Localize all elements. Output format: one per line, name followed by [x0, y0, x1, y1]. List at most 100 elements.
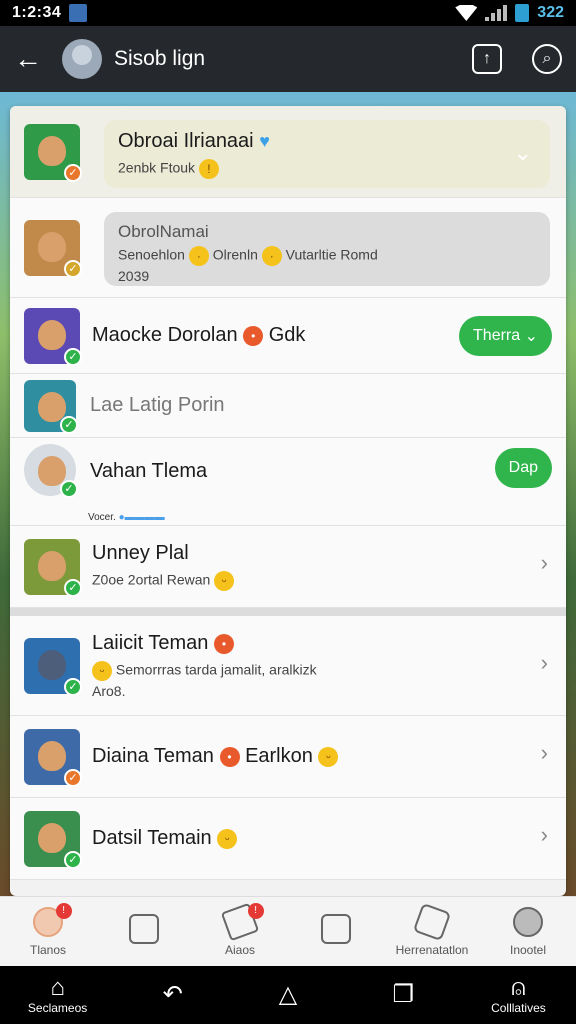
video-icon: [321, 913, 351, 944]
bottom-navigation: ! Tlanos ! Aiaos Herrenatatlon Inootel: [0, 896, 576, 966]
nav-item-profile[interactable]: Inootel: [480, 897, 576, 966]
message-bubble[interactable]: ObrolNamai Senoehlon · Olrenln · Vutarlt…: [104, 212, 550, 286]
system-label: Colllatives: [491, 1001, 546, 1015]
wifi-icon: [455, 5, 478, 21]
message-year: 2039: [118, 268, 150, 284]
contact-subtitle-2: Aro8.: [92, 683, 126, 699]
emoji-icon: ᵕ: [318, 746, 339, 767]
list-item[interactable]: ✓ ObrolNamai Senoehlon · Olrenln · Vutar…: [10, 198, 566, 298]
nav-item-gallery[interactable]: [96, 897, 192, 966]
nav-item-games[interactable]: ! Aiaos: [192, 897, 288, 966]
notification-badge: !: [247, 903, 264, 919]
list-item[interactable]: ✓ Maocke Dorolan • Gdk Therra ⌄: [10, 298, 566, 374]
check-icon: ✓: [64, 347, 82, 366]
contact-name: Laiicit Teman: [92, 632, 209, 654]
emoji-icon: ·: [261, 246, 282, 266]
contact-name: ObrolNamai: [118, 222, 209, 241]
contact-subtitle: Z0oe 2ortal Rewan: [92, 571, 211, 588]
contact-tail: Gdk: [268, 324, 306, 346]
profile-icon: [513, 906, 543, 937]
system-home-shortcut[interactable]: ⌂ Seclameos: [0, 966, 115, 1024]
emoji-icon: •: [243, 325, 264, 346]
check-icon: ✓: [64, 677, 82, 696]
chevron-right-icon[interactable]: ›: [541, 822, 548, 848]
house-icon: ⌂: [50, 974, 65, 1001]
contact-tail: Earlkon: [245, 745, 313, 767]
check-icon: ✓: [64, 163, 82, 182]
typing-text: Vocer.: [88, 512, 116, 523]
nav-item-recommendation[interactable]: Herrenatatlon: [384, 897, 480, 966]
emoji-icon: ᵕ: [214, 571, 235, 591]
app-notification-icon: [69, 4, 88, 22]
chevron-right-icon[interactable]: ›: [541, 650, 548, 676]
action-label: Dap: [508, 459, 538, 476]
chevron-right-icon[interactable]: ›: [541, 740, 548, 766]
list-item[interactable]: ✓ Laiicit Teman • ᵕ Semorrras tarda jama…: [10, 616, 566, 716]
emoji-icon: ·: [188, 246, 209, 266]
heart-icon: ♥: [259, 131, 270, 151]
avatar: ✓: [24, 637, 82, 696]
contact-name: Diaina Teman: [92, 745, 214, 767]
contact-subtitle: 2enbk Ftouk: [118, 159, 196, 176]
nav-label: Herrenatatlon: [395, 942, 469, 957]
list-item[interactable]: ✓ Vahan Tlema Dap Vocer. ●▬▬▬▬: [10, 438, 566, 526]
contact-list-panel: ✓ Obroai Ilrianaai ♥ 2enbk Ftouk ! ⌄ ✓ O…: [10, 106, 566, 896]
emoji-icon: •: [219, 746, 240, 767]
status-time: 1:2:34: [12, 4, 62, 21]
gallery-icon: [129, 913, 159, 944]
contact-name: Obroai Ilrianaai: [118, 130, 254, 152]
battery-icon: [515, 4, 530, 22]
avatar: ✓: [24, 810, 82, 869]
message-text-2: Olrenln: [212, 246, 258, 263]
contact-name: Unney Plal: [92, 542, 189, 564]
check-icon: ✓: [64, 850, 82, 869]
back-icon: ↶: [162, 981, 183, 1008]
check-icon: ✓: [64, 259, 82, 278]
system-back-button[interactable]: ↶: [115, 966, 230, 1024]
list-item[interactable]: ✓ Datsil Temain ᵕ ›: [10, 798, 566, 880]
system-home-button[interactable]: △: [230, 966, 345, 1024]
avatar: ✓: [24, 123, 82, 182]
action-pill-button[interactable]: Dap: [494, 448, 552, 488]
contact-name: Datsil Temain: [92, 827, 212, 849]
avatar: ✓: [24, 538, 82, 597]
section-divider: [10, 608, 566, 616]
system-profile-shortcut[interactable]: ⍝ Colllatives: [461, 966, 576, 1024]
avatar: ✓: [24, 307, 82, 366]
chat-avatar[interactable]: [62, 39, 102, 79]
avatar: ✓: [24, 444, 78, 498]
contact-name: Lae Latig Porin: [90, 394, 225, 416]
emoji-icon: !: [198, 159, 219, 179]
emoji-icon: ᵕ: [217, 828, 238, 849]
emoji-icon: •: [213, 633, 234, 654]
search-icon[interactable]: ⌕: [532, 44, 562, 74]
chevron-right-icon[interactable]: ›: [541, 550, 548, 576]
check-icon: ✓: [60, 480, 78, 498]
system-recents-button[interactable]: ❐: [346, 966, 461, 1024]
signal-icon: [485, 5, 508, 21]
list-item[interactable]: ✓ Obroai Ilrianaai ♥ 2enbk Ftouk ! ⌄: [10, 106, 566, 198]
recents-icon: ❐: [392, 981, 414, 1008]
back-arrow-icon[interactable]: ←: [14, 43, 58, 75]
nav-item-friends[interactable]: ! Tlanos: [0, 897, 96, 966]
typing-indicator: Vocer. ●▬▬▬▬: [88, 512, 165, 523]
share-icon[interactable]: ↑: [472, 44, 502, 74]
notification-badge: !: [55, 903, 72, 919]
avatar: ✓: [24, 379, 78, 434]
list-item[interactable]: ✓ Unney Plal Z0oe 2ortal Rewan ᵕ ›: [10, 526, 566, 608]
message-text-3: Vutarltie Romd: [285, 246, 378, 263]
chat-title: Sisob lign: [114, 47, 206, 70]
action-label: Therra: [473, 327, 521, 344]
tag-icon: [412, 902, 452, 941]
chevron-down-icon[interactable]: ⌄: [514, 140, 532, 166]
nav-label: Aiaos: [224, 942, 256, 957]
list-item[interactable]: ✓ Diaina Teman • Earlkon ᵕ ›: [10, 716, 566, 798]
action-pill-button[interactable]: Therra ⌄: [459, 316, 552, 356]
list-item[interactable]: ✓ Lae Latig Porin: [10, 374, 566, 438]
contact-name: Maocke Dorolan: [92, 324, 238, 346]
battery-text: 322: [537, 4, 564, 21]
check-icon: ✓: [64, 768, 82, 787]
app-bar: ← Sisob lign ↑ ⌕: [0, 26, 576, 92]
nav-item-video[interactable]: [288, 897, 384, 966]
message-bubble[interactable]: Obroai Ilrianaai ♥ 2enbk Ftouk ! ⌄: [104, 120, 550, 188]
